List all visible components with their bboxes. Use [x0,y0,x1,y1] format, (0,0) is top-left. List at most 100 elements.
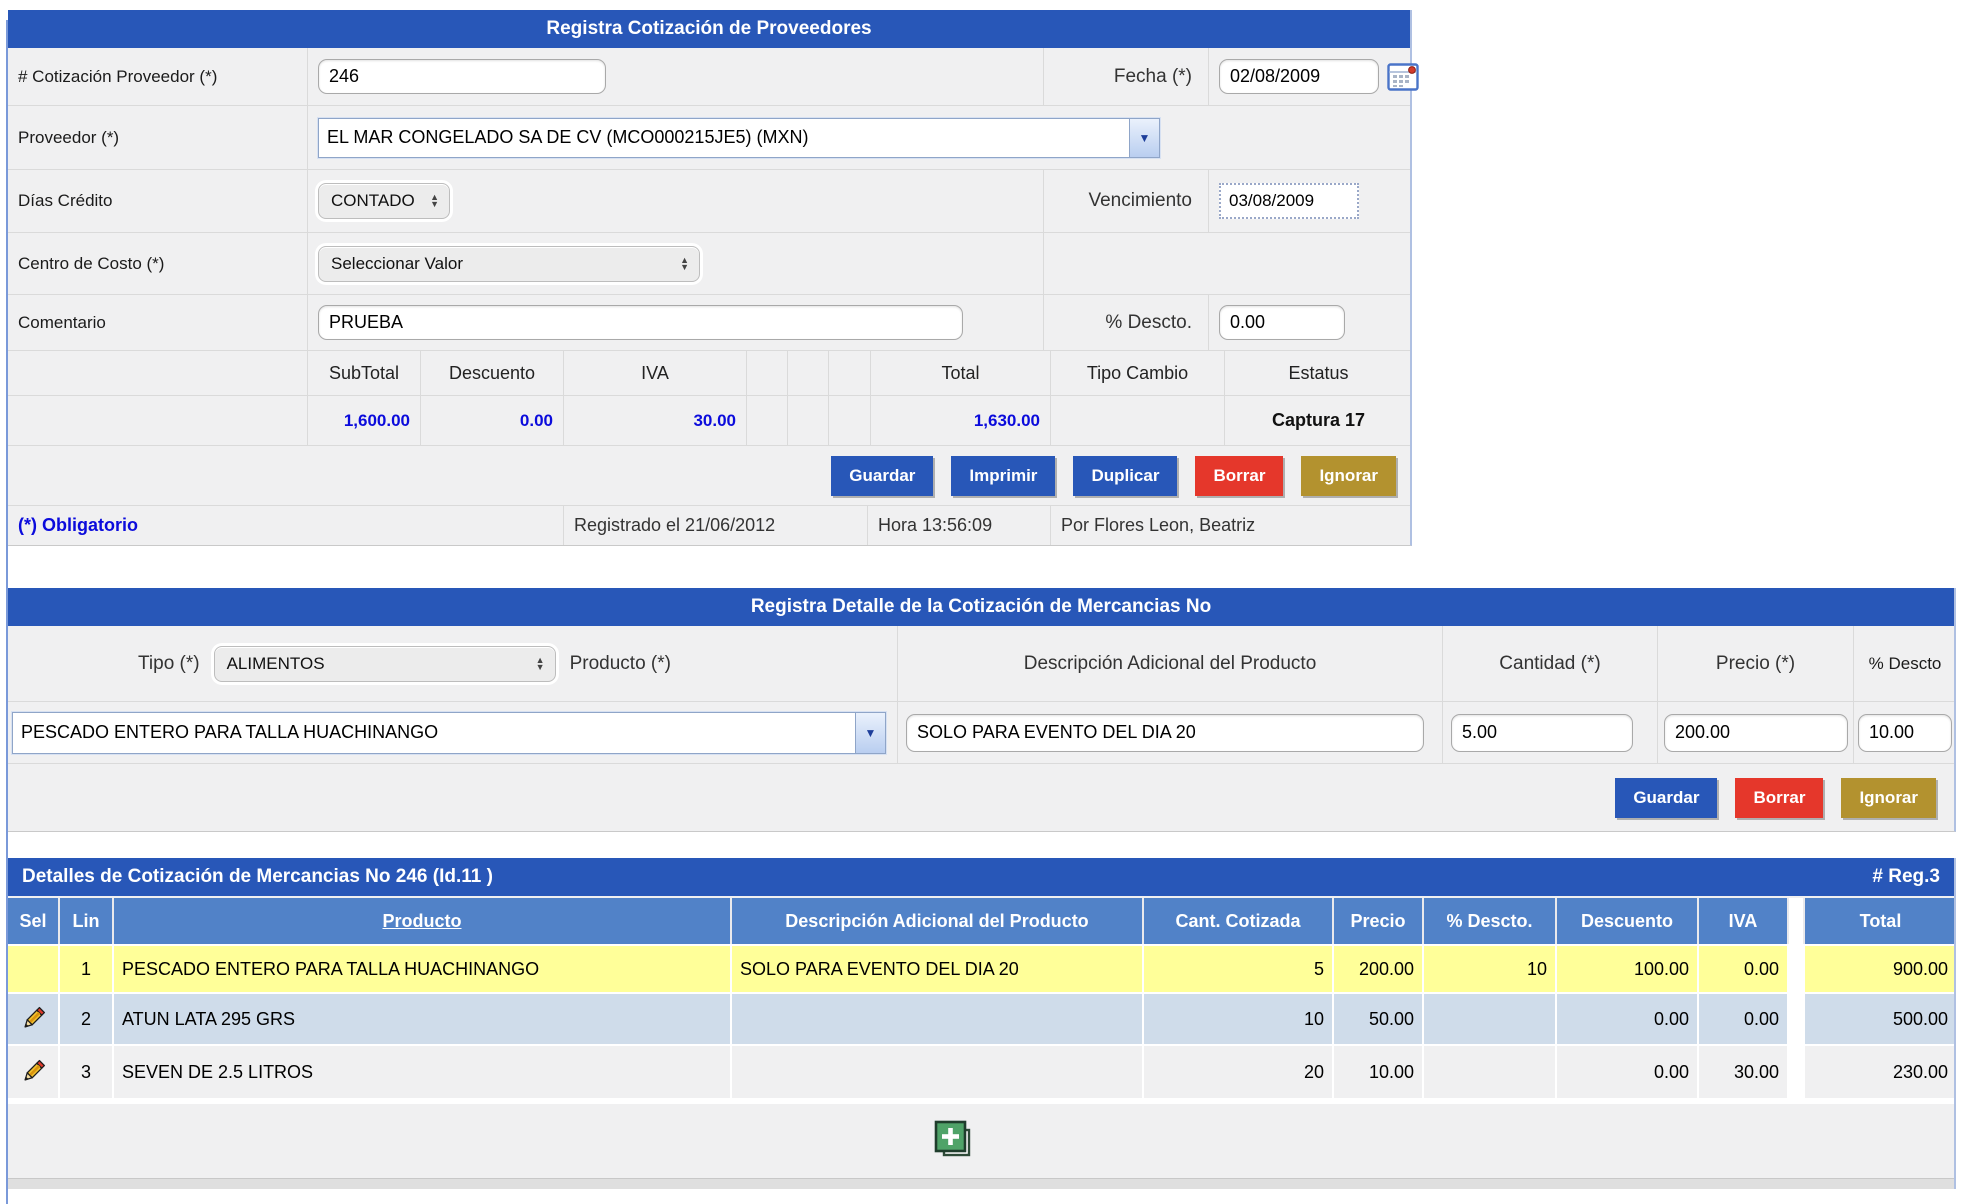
form-buttons-row: Guardar Imprimir Duplicar Borrar Ignorar [8,445,1410,505]
add-row-icon[interactable] [931,1117,975,1166]
detail-guardar-button[interactable]: Guardar [1615,778,1717,818]
lin-cell: 1 [60,946,114,992]
producto-label: Producto (*) [570,653,671,675]
col-iva: IVA [1699,898,1789,944]
tipo-cambio-value [1051,396,1225,445]
producto-select[interactable]: PESCADO ENTERO PARA TALLA HUACHINANGO ▼ [12,712,886,754]
detail-buttons-row: Guardar Borrar Ignorar [8,763,1954,831]
dias-credito-select[interactable]: CONTADO ▲▼ [318,183,450,219]
precio-cell: 10.00 [1334,1046,1424,1098]
select-updown-icon: ▲▼ [522,657,545,671]
row-cotizacion: # Cotización Proveedor (*) Fecha (*) [8,48,1410,105]
subtotal-header: SubTotal [308,351,421,395]
proveedor-label: Proveedor (*) [18,128,119,148]
duplicar-button[interactable]: Duplicar [1073,456,1177,496]
table-row: 1 PESCADO ENTERO PARA TALLA HUACHINANGO … [8,944,1954,992]
cantidad-cell: 10 [1144,994,1334,1044]
col-producto-sort-link[interactable]: Producto [383,911,462,932]
iva-cell: 0.00 [1699,946,1789,992]
descto-cell: 10 [1424,946,1557,992]
supplier-quote-form: Registra Cotización de Proveedores # Cot… [8,10,1412,546]
row-dias-credito: Días Crédito CONTADO ▲▼ Vencimiento 03/0… [8,169,1410,232]
producto-cell: PESCADO ENTERO PARA TALLA HUACHINANGO [114,946,732,992]
record-count: # Reg.3 [1872,866,1940,888]
col-descto: % Descto. [1424,898,1557,944]
vencimiento-label: Vencimiento [1088,190,1192,212]
producto-select-value: PESCADO ENTERO PARA TALLA HUACHINANGO [13,713,855,753]
ignorar-button[interactable]: Ignorar [1301,456,1396,496]
precio-cell: 200.00 [1334,946,1424,992]
cantidad-input[interactable] [1451,714,1633,752]
descripcion-adicional-header: Descripción Adicional del Producto [1024,653,1317,675]
col-descuento: Descuento [1557,898,1699,944]
detail-borrar-button[interactable]: Borrar [1735,778,1823,818]
cantidad-cell: 5 [1144,946,1334,992]
fecha-input[interactable] [1219,59,1379,94]
detail-table-title: Detalles de Cotización de Mercancias No … [22,866,493,888]
descto-header: % Descto [1869,654,1942,674]
detail-table-titlebar: Detalles de Cotización de Mercancias No … [8,858,1954,896]
descuento-cell: 0.00 [1557,1046,1699,1098]
detail-values-row: PESCADO ENTERO PARA TALLA HUACHINANGO ▼ [8,701,1954,763]
estatus-value: Captura 17 [1225,396,1412,445]
col-total: Total [1805,898,1956,944]
producto-cell: ATUN LATA 295 GRS [114,994,732,1044]
descto-input[interactable] [1219,305,1345,340]
precio-input[interactable] [1664,714,1848,752]
total-cell: 500.00 [1805,994,1956,1044]
descuento-header: Descuento [421,351,564,395]
total-cell: 900.00 [1805,946,1956,992]
table-row: 2 ATUN LATA 295 GRS 10 50.00 0.00 0.00 5… [8,992,1954,1044]
proveedor-select[interactable]: EL MAR CONGELADO SA DE CV (MCO000215JE5)… [318,118,1160,158]
descto-cell [1424,994,1557,1044]
total-header: Total [871,351,1051,395]
table-bottom-strip [8,1178,1954,1189]
descripcion-cell [732,994,1144,1044]
row-centro-costo: Centro de Costo (*) Seleccionar Valor ▲▼ [8,232,1410,294]
form-footer-row: (*) Obligatorio Registrado el 21/06/2012… [8,505,1410,545]
row-comentario: Comentario % Descto. [8,294,1410,350]
lin-cell: 3 [60,1046,114,1098]
detail-table-header: Sel Lin Producto Descripción Adicional d… [8,896,1954,944]
centro-costo-select[interactable]: Seleccionar Valor ▲▼ [318,246,700,282]
col-precio: Precio [1334,898,1424,944]
imprimir-button[interactable]: Imprimir [951,456,1055,496]
tipo-select[interactable]: ALIMENTOS ▲▼ [214,646,556,682]
cotizacion-input[interactable] [318,59,606,94]
page-left-border [6,20,8,1204]
totals-values-row: 1,600.00 0.00 30.00 1,630.00 Captura 17 [8,395,1410,445]
centro-costo-select-value: Seleccionar Valor [331,254,463,274]
subtotal-value: 1,600.00 [308,396,421,445]
precio-cell: 50.00 [1334,994,1424,1044]
proveedor-select-value: EL MAR CONGELADO SA DE CV (MCO000215JE5)… [319,119,1129,157]
vencimiento-value: 03/08/2009 [1219,183,1359,219]
descripcion-cell [732,1046,1144,1098]
edit-pencil-icon[interactable] [19,1058,47,1086]
tipo-select-value: ALIMENTOS [227,654,325,674]
form-title: Registra Cotización de Proveedores [8,10,1410,48]
guardar-button[interactable]: Guardar [831,456,933,496]
borrar-button[interactable]: Borrar [1195,456,1283,496]
tipo-label: Tipo (*) [138,653,200,675]
cantidad-cell: 20 [1144,1046,1334,1098]
descripcion-cell: SOLO PARA EVENTO DEL DIA 20 [732,946,1144,992]
producto-cell: SEVEN DE 2.5 LITROS [114,1046,732,1098]
producto-dropdown-arrow-icon[interactable]: ▼ [855,713,885,753]
descripcion-input[interactable] [906,714,1424,752]
dias-credito-label: Días Crédito [18,191,112,211]
proveedor-dropdown-arrow-icon[interactable]: ▼ [1129,119,1159,157]
page: Registra Cotización de Proveedores # Cot… [0,10,1964,1204]
descto-linea-input[interactable] [1858,714,1952,752]
calendar-icon[interactable] [1387,62,1419,92]
comentario-input[interactable] [318,305,963,340]
detail-ignorar-button[interactable]: Ignorar [1841,778,1936,818]
iva-value: 30.00 [564,396,747,445]
table-row: 3 SEVEN DE 2.5 LITROS 20 10.00 0.00 30.0… [8,1044,1954,1098]
edit-pencil-icon[interactable] [19,1005,47,1033]
centro-costo-label: Centro de Costo (*) [18,254,164,274]
descuento-cell: 100.00 [1557,946,1699,992]
comentario-label: Comentario [18,313,106,333]
total-cell: 230.00 [1805,1046,1956,1098]
col-cant-cotizada: Cant. Cotizada [1144,898,1334,944]
obligatorio-note: (*) Obligatorio [18,515,138,536]
